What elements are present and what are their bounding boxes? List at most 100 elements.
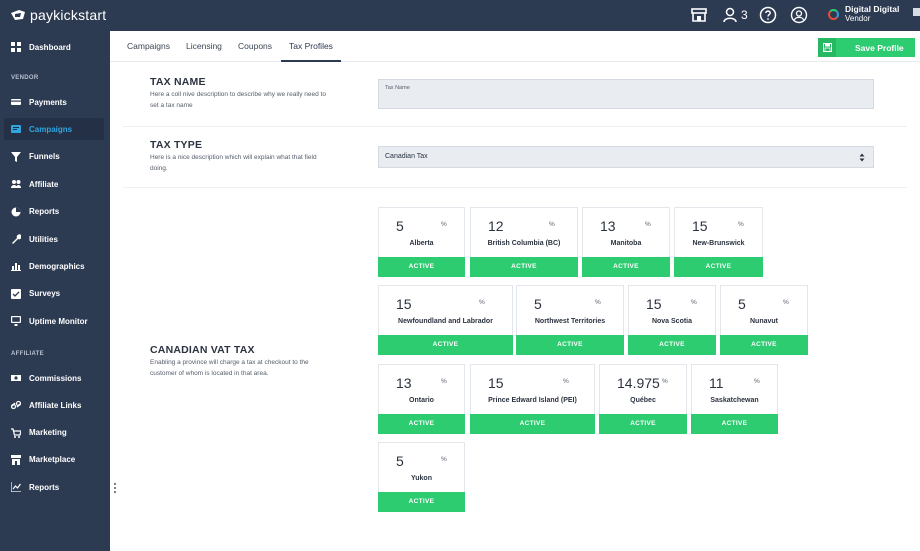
tab-licensing[interactable]: Licensing [186, 31, 222, 62]
tab-campaigns[interactable]: Campaigns [127, 31, 170, 62]
sidebar-item-campaigns[interactable]: Campaigns [4, 118, 104, 141]
province-card[interactable]: 15% Prince Edward Island (PEI) ACTIVE [470, 364, 595, 434]
province-active-toggle[interactable]: ACTIVE [470, 257, 578, 277]
province-active-toggle[interactable]: ACTIVE [470, 414, 595, 434]
tab-coupons[interactable]: Coupons [238, 31, 272, 62]
save-profile-button[interactable]: Save Profile [818, 38, 915, 57]
sidebar-item-demographics[interactable]: Demographics [4, 255, 104, 277]
province-active-toggle[interactable]: ACTIVE [378, 257, 465, 277]
province-name: New-Brunswick [692, 240, 745, 247]
province-active-toggle[interactable]: ACTIVE [691, 414, 778, 434]
province-card[interactable]: 5% Alberta ACTIVE [378, 207, 465, 277]
province-card[interactable]: 15% New-Brunswick ACTIVE [674, 207, 763, 277]
section-divider [123, 126, 907, 127]
menu-toggle-button[interactable] [913, 8, 920, 16]
province-name: Nunavut [750, 318, 778, 325]
province-tax-rate: 15 [396, 296, 412, 312]
province-active-toggle[interactable]: ACTIVE [378, 492, 465, 512]
province-card[interactable]: 15% Newfoundland and Labrador ACTIVE [378, 285, 513, 355]
tax-name-title: TAX NAME [150, 76, 206, 88]
province-card[interactable]: 14.975% Québec ACTIVE [599, 364, 687, 434]
sidebar-item-reports[interactable]: Reports [4, 201, 104, 223]
tax-name-placeholder: Tax Name [385, 85, 410, 91]
province-card[interactable]: 5% Northwest Territories ACTIVE [516, 285, 624, 355]
monitor-icon [11, 316, 21, 327]
sidebar-item-label: Affiliate Links [29, 400, 82, 410]
province-active-toggle[interactable]: ACTIVE [720, 335, 808, 355]
users-button[interactable]: 3 [722, 6, 748, 24]
percent-symbol: % [691, 299, 697, 306]
sidebar-item-commissions[interactable]: Commissions [4, 367, 104, 389]
province-card[interactable]: 5% Yukon ACTIVE [378, 442, 465, 512]
percent-symbol: % [441, 378, 447, 385]
save-profile-label: Save Profile [855, 42, 904, 53]
province-active-toggle[interactable]: ACTIVE [378, 414, 465, 434]
province-tax-rate: 15 [646, 296, 662, 312]
province-card[interactable]: 15% Nova Scotia ACTIVE [628, 285, 716, 355]
province-tax-rate: 15 [692, 218, 708, 234]
province-active-toggle[interactable]: ACTIVE [674, 257, 763, 277]
sidebar-item-dashboard[interactable]: Dashboard [4, 36, 104, 58]
province-tax-rate: 5 [396, 453, 404, 469]
province-active-toggle[interactable]: ACTIVE [582, 257, 670, 277]
account-role: Vendor [845, 14, 871, 23]
tab-tax-profiles[interactable]: Tax Profiles [281, 31, 341, 62]
sidebar-item-affiliate-links[interactable]: Affiliate Links [4, 394, 104, 416]
sidebar-item-marketplace[interactable]: Marketplace [4, 449, 104, 471]
campaigns-icon [11, 125, 21, 134]
sidebar-item-label: Surveys [29, 289, 61, 299]
tax-type-selected: Canadian Tax [385, 153, 428, 160]
province-tax-rate: 14.975 [617, 375, 660, 391]
sidebar-heading-affiliate: AFFILIATE [11, 351, 44, 357]
wrench-icon [12, 234, 21, 244]
help-button[interactable] [759, 6, 777, 24]
save-icon [818, 38, 836, 57]
tax-type-desc-line: Here is a nice description which will ex… [150, 154, 317, 161]
support-button[interactable] [790, 6, 808, 24]
sidebar-item-affiliate[interactable]: Affiliate [4, 173, 104, 195]
province-card[interactable]: 13% Ontario ACTIVE [378, 364, 465, 434]
sidebar-item-marketing[interactable]: Marketing [4, 422, 104, 444]
sidebar-item-reports[interactable]: Reports [4, 476, 104, 498]
vat-desc-line: customer of whom is located in that area… [150, 370, 269, 377]
province-active-toggle[interactable]: ACTIVE [599, 414, 687, 434]
province-tax-rate: 5 [396, 218, 404, 234]
province-card[interactable]: 12% British Columbia (BC) ACTIVE [470, 207, 578, 277]
province-card[interactable]: 11% Saskatchewan ACTIVE [691, 364, 778, 434]
province-name: Ontario [409, 397, 434, 404]
sidebar-item-label: Marketplace [29, 455, 76, 465]
sidebar-item-label: Affiliate [29, 179, 59, 189]
sidebar-item-uptime-monitor[interactable]: Uptime Monitor [4, 310, 104, 332]
sidebar-heading-vendor: VENDOR [11, 75, 39, 81]
tax-name-input[interactable]: Tax Name [378, 79, 874, 109]
province-card[interactable]: 13% Manitoba ACTIVE [582, 207, 670, 277]
brand-logo[interactable]: paykickstart [10, 7, 106, 23]
sidebar-item-label: Campaigns [29, 124, 73, 134]
province-active-toggle[interactable]: ACTIVE [628, 335, 716, 355]
province-name: Newfoundland and Labrador [398, 318, 493, 325]
sidebar-item-payments[interactable]: Payments [4, 91, 104, 113]
province-card[interactable]: 5% Nunavut ACTIVE [720, 285, 808, 355]
line-chart-icon [11, 482, 21, 493]
percent-symbol: % [441, 221, 447, 228]
sidebar-item-label: Uptime Monitor [29, 316, 88, 326]
province-tax-rate: 15 [488, 375, 504, 391]
dashboard-icon [11, 42, 21, 52]
province-tax-rate: 5 [534, 296, 542, 312]
tax-type-select[interactable]: Canadian Tax [378, 146, 874, 168]
sidebar-item-surveys[interactable]: Surveys [4, 283, 104, 305]
province-active-toggle[interactable]: ACTIVE [516, 335, 624, 355]
province-tax-rate: 5 [738, 296, 746, 312]
tax-name-desc-line: Here a coll nive description to describe… [150, 91, 326, 98]
province-name: Saskatchewan [710, 397, 759, 404]
store-button[interactable] [690, 6, 708, 24]
province-tax-rate: 13 [600, 218, 616, 234]
account-menu[interactable]: Digital Digital Vendor [828, 5, 899, 23]
money-icon [11, 375, 21, 381]
cart-icon [11, 427, 21, 438]
sidebar-item-utilities[interactable]: Utilities [4, 228, 104, 250]
province-active-toggle[interactable]: ACTIVE [378, 335, 513, 355]
vat-title: CANADIAN VAT TAX [150, 344, 255, 356]
sidebar-item-funnels[interactable]: Funnels [4, 146, 104, 168]
sidebar-resize-handle[interactable] [114, 483, 116, 493]
